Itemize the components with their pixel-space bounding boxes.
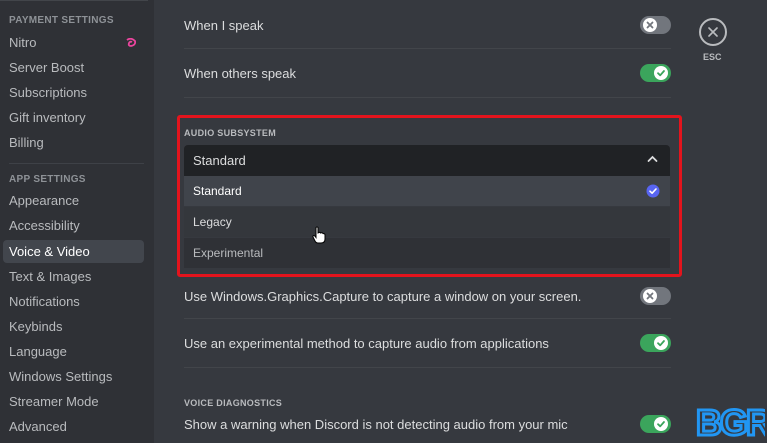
sidebar-item-appearance[interactable]: Appearance	[3, 189, 144, 212]
when-i-speak-toggle[interactable]	[640, 16, 671, 34]
sidebar-item-label: Nitro	[9, 35, 37, 50]
hand-cursor-icon	[312, 226, 326, 244]
svg-text:BGR: BGR	[696, 402, 765, 440]
sidebar-item-text-images[interactable]: Text & Images	[3, 265, 144, 288]
sidebar-divider	[9, 163, 144, 164]
check-icon	[657, 421, 665, 428]
sidebar-item-accessibility[interactable]: Accessibility	[3, 214, 144, 237]
sidebar-item-billing[interactable]: Billing	[3, 131, 144, 154]
voice-diagnostics-title: VOICE DIAGNOSTICS	[184, 398, 283, 408]
when-i-speak-label: When I speak	[184, 18, 264, 33]
check-icon	[657, 70, 665, 77]
sidebar-item-windows-settings[interactable]: Windows Settings	[3, 365, 144, 388]
x-icon	[646, 21, 654, 29]
divider	[184, 97, 671, 98]
sidebar-top-divider	[0, 0, 148, 1]
check-icon	[657, 340, 665, 347]
settings-sidebar: PAYMENT SETTINGS Nitro Server Boost Subs…	[0, 0, 154, 443]
sidebar-item-subscriptions[interactable]: Subscriptions	[3, 81, 144, 104]
sidebar-item-streamer-mode[interactable]: Streamer Mode	[3, 390, 144, 413]
divider	[184, 367, 671, 368]
experimental-capture-toggle[interactable]	[640, 334, 671, 352]
red-highlight-box	[177, 115, 682, 277]
sidebar-item-language[interactable]: Language	[3, 340, 144, 363]
close-button[interactable]	[699, 18, 727, 46]
sidebar-item-gift-inventory[interactable]: Gift inventory	[3, 106, 144, 129]
nitro-icon	[126, 38, 136, 47]
sidebar-item-keybinds[interactable]: Keybinds	[3, 315, 144, 338]
close-icon	[708, 27, 718, 37]
divider	[184, 318, 671, 319]
sidebar-item-advanced[interactable]: Advanced	[3, 415, 144, 438]
voice-diagnostics-toggle[interactable]	[640, 415, 671, 433]
voice-diagnostics-warning-label: Show a warning when Discord is not detec…	[184, 417, 568, 432]
esc-label: ESC	[703, 52, 722, 62]
sidebar-item-voice-video[interactable]: Voice & Video	[3, 240, 144, 263]
sidebar-item-server-boost[interactable]: Server Boost	[3, 56, 144, 79]
sidebar-item-notifications[interactable]: Notifications	[3, 290, 144, 313]
sidebar-item-nitro[interactable]: Nitro	[3, 31, 144, 54]
payment-settings-header: PAYMENT SETTINGS	[9, 15, 114, 26]
app-settings-header: APP SETTINGS	[9, 174, 86, 185]
when-others-speak-label: When others speak	[184, 66, 297, 81]
experimental-capture-label: Use an experimental method to capture au…	[184, 336, 549, 351]
graphics-capture-label: Use Windows.Graphics.Capture to capture …	[184, 289, 582, 304]
graphics-capture-toggle[interactable]	[640, 287, 671, 305]
when-others-speak-toggle[interactable]	[640, 64, 671, 82]
divider	[184, 48, 671, 49]
bgr-logo-watermark: BGR	[695, 402, 765, 440]
x-icon	[646, 292, 654, 300]
